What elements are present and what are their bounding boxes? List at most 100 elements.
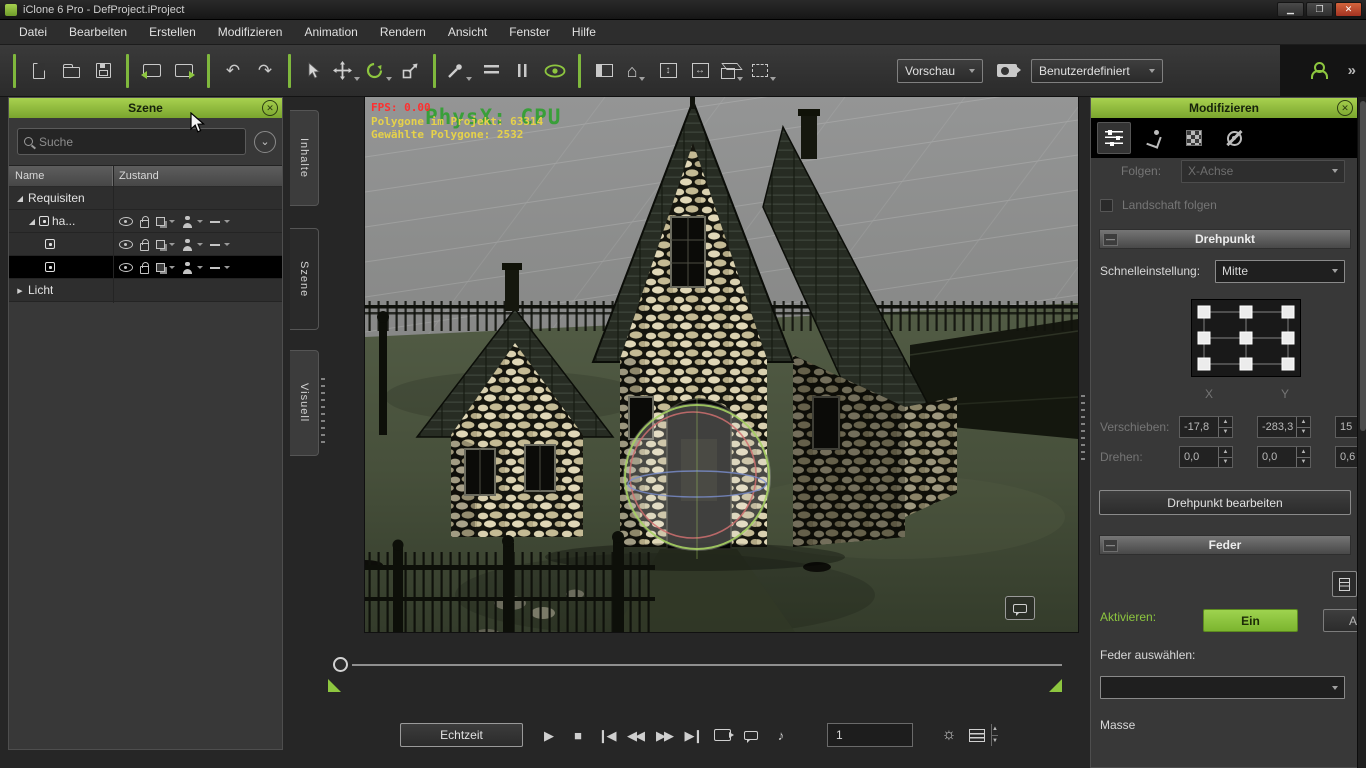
lock-icon[interactable] [140, 243, 149, 251]
playback-settings-button[interactable]: ☼ [938, 723, 958, 747]
maximize-button[interactable]: ❐ [1306, 2, 1333, 17]
menu-ansicht[interactable]: Ansicht [437, 21, 498, 43]
new-project-button[interactable] [23, 55, 55, 87]
layers-icon[interactable] [156, 217, 165, 226]
left-splitter-grip[interactable] [321, 378, 325, 446]
import-stage-button[interactable] [136, 55, 168, 87]
vertical-scrollbar[interactable] [1357, 97, 1366, 768]
column-zustand[interactable]: Zustand [113, 166, 282, 186]
tab-material[interactable] [1177, 122, 1211, 154]
undo-button[interactable]: ↶ [217, 55, 249, 87]
schnelleinstellung-dropdown[interactable]: Mitte [1215, 260, 1345, 283]
tab-animation[interactable] [1137, 122, 1171, 154]
drehen-y-field[interactable]: 0,0 ▲▼ [1257, 446, 1311, 468]
timeline-list-button[interactable] [967, 723, 987, 747]
aktivieren-aus-button[interactable]: A [1323, 609, 1358, 632]
menu-hilfe[interactable]: Hilfe [561, 21, 607, 43]
play-button[interactable]: ▶ [538, 723, 558, 747]
tab-physics[interactable] [1217, 122, 1251, 154]
move-tool-button[interactable] [330, 55, 362, 87]
link-tool-button[interactable] [443, 55, 475, 87]
frame-counter[interactable]: ▲▼ [827, 723, 913, 747]
realtime-button[interactable]: Echtzeit [400, 723, 523, 747]
state-dash-icon[interactable] [210, 221, 220, 223]
folgen-dropdown[interactable]: X-Achse [1181, 160, 1345, 183]
right-splitter-grip[interactable] [1081, 395, 1085, 463]
home-view-button[interactable]: ⌂ [620, 55, 652, 87]
fit-horizontal-button[interactable]: ↔ [684, 55, 716, 87]
collapse-icon[interactable]: — [1103, 233, 1118, 246]
fit-vertical-button[interactable]: ↕ [652, 55, 684, 87]
tab-szene[interactable]: Szene [290, 228, 319, 330]
drehen-z-field[interactable]: 0,6 ▲▼ [1335, 446, 1358, 468]
scene-panel-header[interactable]: Szene ✕ [9, 98, 282, 118]
tree-row-prop-2[interactable] [9, 233, 282, 256]
minimize-button[interactable]: ▁ [1277, 2, 1304, 17]
menu-fenster[interactable]: Fenster [498, 21, 561, 43]
state-dash-icon[interactable] [210, 244, 220, 246]
visibility-tool-button[interactable] [539, 55, 571, 87]
timeline-range-end-marker[interactable] [1049, 679, 1062, 692]
menu-erstellen[interactable]: Erstellen [138, 21, 207, 43]
tree-row-prop-3-selected[interactable] [9, 256, 282, 279]
redo-button[interactable]: ↷ [249, 55, 281, 87]
material-person-icon[interactable] [182, 216, 193, 228]
benutzerdefiniert-dropdown[interactable]: Benutzerdefiniert [1031, 59, 1163, 83]
go-to-end-button[interactable]: ▶❙ [683, 723, 703, 747]
camera-button[interactable] [991, 55, 1023, 87]
align-horizontal-button[interactable] [475, 55, 507, 87]
modify-panel-header[interactable]: Modifizieren ✕ [1091, 98, 1357, 118]
visibility-eye-icon[interactable] [119, 217, 133, 226]
title-bar[interactable]: iClone 6 Pro - DefProject.iProject ▁ ❐ ✕ [0, 0, 1366, 20]
expand-icon[interactable] [15, 286, 25, 295]
drehpunkt-bearbeiten-button[interactable]: Drehpunkt bearbeiten [1099, 490, 1351, 515]
menu-bearbeiten[interactable]: Bearbeiten [58, 21, 138, 43]
spinner[interactable]: ▲▼ [1296, 417, 1310, 437]
scrollbar-thumb[interactable] [1360, 101, 1366, 431]
spring-edit-button[interactable] [1332, 571, 1357, 597]
tree-row-prop-1[interactable]: ha... [9, 210, 282, 233]
tree-row-requisiten[interactable]: Requisiten [9, 187, 282, 210]
drehpunkt-section-header[interactable]: — Drehpunkt [1099, 229, 1351, 249]
add-actor-button[interactable] [1302, 55, 1334, 87]
landschaft-checkbox[interactable] [1100, 199, 1113, 212]
search-options-button[interactable]: ⌄ [254, 131, 276, 153]
tab-visuell[interactable]: Visuell [290, 350, 319, 456]
save-project-button[interactable] [87, 55, 119, 87]
toolbar-overflow-chevrons[interactable]: » [1348, 62, 1356, 79]
timeline-playhead[interactable] [333, 657, 348, 672]
layout-toggle-button[interactable] [588, 55, 620, 87]
timeline-range-start-marker[interactable] [328, 679, 341, 692]
menu-modifizieren[interactable]: Modifizieren [207, 21, 294, 43]
loop-button[interactable] [712, 723, 732, 747]
aktivieren-ein-button[interactable]: Ein [1203, 609, 1298, 632]
expand-icon[interactable] [15, 194, 25, 203]
tree-row-licht[interactable]: Licht [9, 279, 282, 302]
vorschau-dropdown[interactable]: Vorschau [897, 59, 983, 83]
scene-panel-close-icon[interactable]: ✕ [262, 100, 278, 116]
tab-inhalte[interactable]: Inhalte [290, 110, 319, 206]
tab-transform[interactable] [1097, 122, 1131, 154]
visibility-eye-icon[interactable] [119, 240, 133, 249]
modify-panel-close-icon[interactable]: ✕ [1337, 100, 1353, 116]
menu-animation[interactable]: Animation [293, 21, 368, 43]
next-frame-button[interactable]: ▶▶ [654, 723, 674, 747]
export-stage-button[interactable] [168, 55, 200, 87]
scene-search-box[interactable] [17, 128, 246, 155]
layers-icon[interactable] [156, 263, 165, 272]
verschieben-z-field[interactable]: 15 ▲▼ [1335, 416, 1358, 438]
select-tool-button[interactable] [298, 55, 330, 87]
feder-dropdown[interactable] [1100, 676, 1345, 699]
stop-button[interactable]: ■ [567, 723, 587, 747]
viewport-comment-button[interactable] [1005, 596, 1035, 620]
comment-toggle-button[interactable] [741, 723, 761, 747]
audio-button[interactable]: ♪ [770, 723, 790, 747]
search-input[interactable] [39, 135, 239, 149]
align-vertical-button[interactable] [507, 55, 539, 87]
spinner[interactable]: ▲▼ [1296, 447, 1310, 467]
open-project-button[interactable] [55, 55, 87, 87]
rotate-tool-button[interactable] [362, 55, 394, 87]
drehen-x-field[interactable]: 0,0 ▲▼ [1179, 446, 1233, 468]
frame-spinner[interactable]: ▲▼ [991, 724, 998, 746]
lock-icon[interactable] [140, 266, 149, 274]
